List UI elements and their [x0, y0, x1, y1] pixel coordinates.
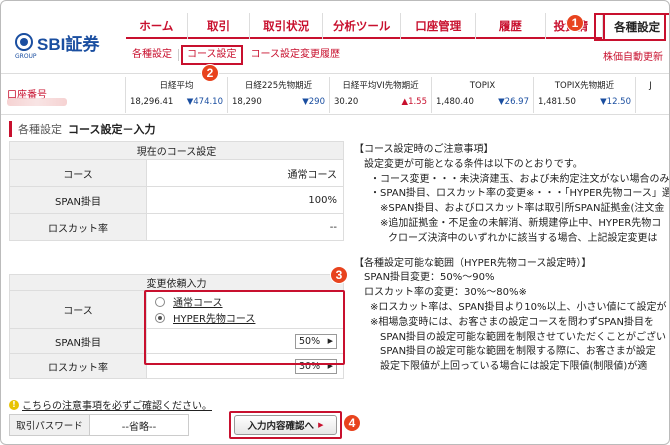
market-name: 日経平均VI先物期近: [342, 81, 419, 91]
notes-heading-2: 【各種設定可能な範囲（HYPER先物コース設定時）】: [354, 257, 592, 269]
step-badge-4: 4: [343, 414, 361, 432]
change-span-label: SPAN掛目: [9, 328, 147, 354]
market-change: ▼474.10: [186, 97, 223, 107]
notes-line: ・SPAN掛目、ロスカット率の変更※・・・「HYPER先物コース」選択: [370, 188, 670, 200]
change-course-label: コース: [9, 290, 147, 329]
account-number-redacted: [7, 98, 67, 106]
market-cell[interactable]: TOPIX先物期近 1,481.50 ▼12.50: [533, 77, 635, 113]
current-span-value: 100%: [146, 186, 344, 214]
market-cell[interactable]: 日経平均VI先物期近 30.20 ▲1.55: [329, 77, 431, 113]
notes-line: SPAN掛目の設定可能な範囲を制限する際に、お客さまが設定: [380, 346, 656, 358]
page-title-section: 各種設定: [18, 123, 62, 136]
market-price: 1,481.50: [538, 97, 576, 107]
notes-line: SPAN掛目の設定可能な範囲を制限させていただくことがござい: [380, 331, 667, 343]
subnav-settings[interactable]: 各種設定: [126, 49, 179, 61]
sbi-logo[interactable]: SBI証券: [15, 31, 100, 54]
sbi-logo-icon: [15, 33, 33, 51]
step-badge-1: 1: [566, 14, 584, 32]
step-badge-2: 2: [201, 64, 219, 82]
market-name: TOPIX先物期近: [554, 81, 615, 91]
highlight-box-1: [594, 13, 666, 41]
market-name: TOPIX: [469, 81, 496, 91]
logo-text: SBI証券: [37, 34, 100, 54]
notes-line: ロスカット率の変更：30%～80%※: [364, 287, 527, 299]
market-strip: 口座番号 日経平均 18,296.41 ▼474.10 日経225先物期近 18,…: [1, 73, 669, 115]
notes-line: クローズ決済中のいずれかに該当する場合、上記設定変更は: [388, 232, 658, 244]
change-request-header: 変更依頼入力: [9, 274, 344, 291]
current-course-header: 現在のコース設定: [9, 141, 344, 160]
main-nav: ホーム 取引 取引状況 分析ツール 口座管理 履歴 投資情 各種設定: [126, 13, 669, 39]
market-index-table: 日経平均 18,296.41 ▼474.10 日経225先物期近 18,290 ▼2…: [125, 77, 665, 113]
notes-heading-1: 【コース設定時のご注意事項】: [354, 144, 494, 155]
notes-line: ※ロスカット率は、SPAN掛目より10%以上、小さい値にて設定が: [370, 301, 667, 313]
logo-sub: GROUP: [15, 53, 37, 60]
password-input[interactable]: --省略--: [90, 415, 188, 435]
notes-gap: [354, 247, 669, 257]
notes-line: ※追加証拠金・不足金の未解消、新規建停止中、HYPER先物コ: [380, 217, 662, 229]
market-change: ▲1.55: [401, 97, 427, 107]
change-losscut-label: ロスカット率: [9, 353, 147, 379]
browser-frame: SBI証券 GROUP ホーム 取引 取引状況 分析ツール 口座管理 履歴 投資…: [0, 0, 670, 445]
market-name: 日経225先物期近: [244, 81, 313, 91]
page-title: 各種設定 コース設定－入力: [9, 121, 155, 137]
current-course-table: 現在のコース設定 コース 通常コース SPAN掛目 100% ロスカット率 --: [9, 141, 344, 241]
market-price: 30.20: [334, 97, 359, 107]
nav-analysis-tools[interactable]: 分析ツール: [323, 13, 402, 39]
market-change: ▼290: [302, 97, 325, 107]
market-cell[interactable]: 日経225先物期近 18,290 ▼290: [227, 77, 329, 113]
auto-update-link[interactable]: 株価自動更新: [603, 48, 669, 63]
notes-line: ・コース変更・・・未決済建玉、および未約定注文がない場合のみ: [370, 173, 670, 185]
notes-line: 設定下限値が上回っている場合には設定下限値(制限値)が適: [380, 361, 648, 373]
market-cell[interactable]: TOPIX 1,480.40 ▼26.97: [431, 77, 533, 113]
current-losscut-value: --: [146, 213, 344, 241]
subnav-course-settings[interactable]: コース設定: [181, 45, 243, 65]
notes-line: ※SPAN掛目、およびロスカット率は取引所SPAN証拠金(注文金: [380, 203, 665, 215]
market-price: 1,480.40: [436, 97, 474, 107]
page-title-main: コース設定－入力: [68, 123, 156, 136]
nav-home[interactable]: ホーム: [126, 13, 188, 39]
info-icon: !: [9, 399, 19, 410]
market-change: ▼26.97: [498, 97, 529, 107]
nav-account-management[interactable]: 口座管理: [401, 13, 477, 39]
step-badge-3: 3: [330, 266, 348, 284]
current-span-label: SPAN掛目: [9, 186, 147, 214]
notice-text[interactable]: こちらの注意事項を必ずご確認ください。: [22, 397, 212, 412]
notes-line: 設定変更が可能となる条件は以下のとおりです。: [364, 158, 583, 170]
nav-trade-status[interactable]: 取引状況: [250, 13, 323, 39]
subnav-course-history[interactable]: コース設定変更履歴: [245, 49, 347, 61]
current-course-label: コース: [9, 159, 147, 187]
current-losscut-label: ロスカット率: [9, 213, 147, 241]
market-cell[interactable]: 日経平均 18,296.41 ▼474.10: [125, 77, 227, 113]
market-change: ▼12.50: [600, 97, 631, 107]
highlight-box-4: [229, 411, 342, 439]
notes-line: ※相場急変時には、お客さまの設定コースを問わずSPAN掛目を: [370, 316, 654, 328]
course-notes: 【コース設定時のご注意事項】 設定変更が可能となる条件は以下のとおりです。 ・コ…: [354, 143, 670, 375]
nav-history[interactable]: 履歴: [476, 13, 546, 39]
nav-trade[interactable]: 取引: [188, 13, 251, 39]
password-row: 取引パスワード --省略--: [9, 414, 189, 436]
market-price: 18,290: [232, 97, 262, 107]
password-label: 取引パスワード: [10, 415, 90, 435]
market-price: 18,296.41: [130, 97, 174, 107]
notes-line: SPAN掛目変更：50%～90%: [364, 272, 495, 284]
market-cell[interactable]: J: [635, 77, 665, 113]
market-name: J: [649, 81, 652, 91]
current-course-value: 通常コース: [146, 159, 344, 187]
highlight-box-3: [144, 290, 345, 365]
notice-link[interactable]: ! こちらの注意事項を必ずご確認ください。: [9, 397, 212, 412]
